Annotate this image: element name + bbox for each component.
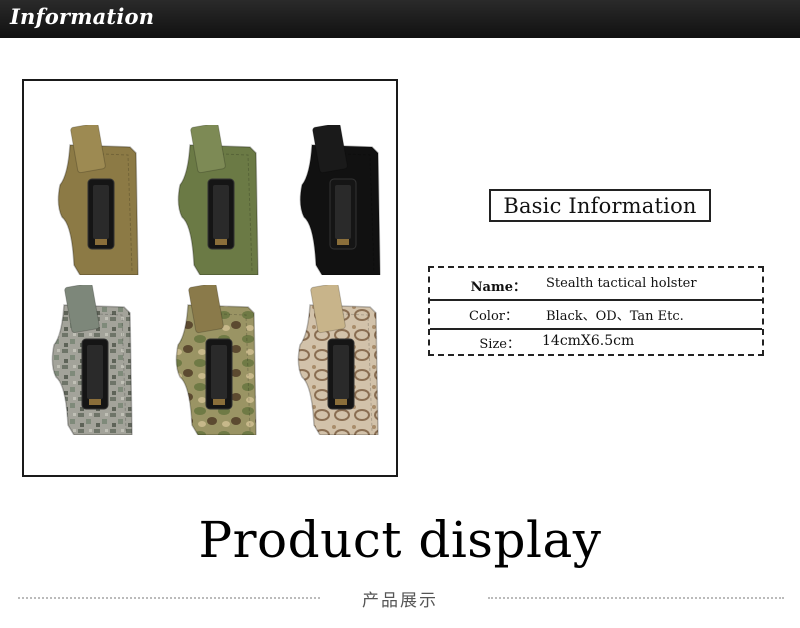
product-display-title: Product display [198,511,602,569]
holster-digital-camo [46,285,138,435]
holster-python-camo-image [297,285,379,435]
product-photo [22,79,398,477]
name-value: Stealth tactical holster [546,276,697,291]
header-bar: Information [0,0,800,38]
holster-multicam-image [175,285,257,435]
holster-digital-camo-image [51,285,133,435]
color-value: Black、OD、Tan Etc. [546,309,684,324]
holster-black [294,125,386,275]
name-label: Name： [470,280,526,295]
dotted-divider-right [488,597,784,599]
info-row-color: Color： Black、OD、Tan Etc. [430,301,762,330]
holster-od-image [177,125,259,275]
info-row-size: Size： 14cmX6.5cm [430,329,762,356]
color-label: Color： [469,309,518,324]
basic-information-heading-box: Basic Information [489,189,711,222]
size-value: 14cmX6.5cm [542,333,635,349]
size-label: Size： [479,337,520,352]
holster-tan [52,125,144,275]
info-row-name: Name： Stealth tactical holster [430,272,762,301]
holster-python-camo [292,285,384,435]
holster-od [172,125,264,275]
holster-multicam [170,285,262,435]
header-title: Information [10,4,155,29]
info-table: Name： Stealth tactical holster Color： Bl… [428,266,764,356]
holster-black-image [299,125,381,275]
basic-information-heading: Basic Information [503,193,697,218]
holster-tan-image [57,125,139,275]
